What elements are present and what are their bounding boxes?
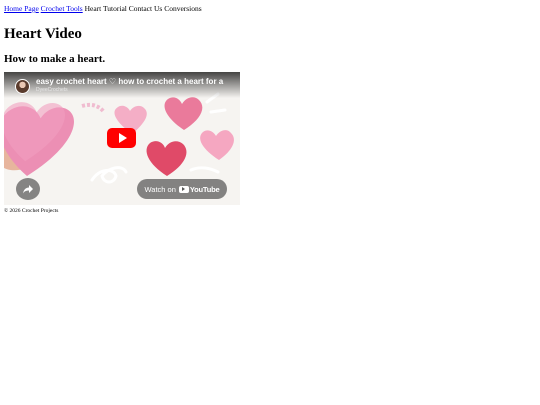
watch-on-youtube-button[interactable]: Watch on YouTube bbox=[137, 179, 227, 199]
play-button[interactable] bbox=[107, 128, 136, 148]
youtube-logo-icon bbox=[178, 185, 189, 193]
nav-item-heart-tutorial: Heart Tutorial bbox=[84, 4, 127, 13]
youtube-video-embed[interactable]: easy crochet heart ♡ how to crochet a he… bbox=[4, 72, 240, 205]
nav-item-contact-us: Contact Us bbox=[128, 4, 163, 13]
page-title: Heart Video bbox=[4, 26, 82, 42]
youtube-logo: YouTube bbox=[178, 184, 220, 194]
watch-on-label: Watch on bbox=[144, 184, 176, 194]
nav-link-home[interactable]: Home Page bbox=[4, 4, 39, 13]
top-nav: Home Page Crochet Tools Heart Tutorial C… bbox=[4, 4, 536, 13]
nav-link-crochet-tools[interactable]: Crochet Tools bbox=[41, 4, 83, 13]
channel-avatar[interactable] bbox=[15, 79, 30, 94]
nav-item-conversions: Conversions bbox=[164, 4, 202, 13]
share-button[interactable] bbox=[16, 178, 40, 200]
play-icon bbox=[118, 133, 127, 143]
page-subtitle: How to make a heart. bbox=[4, 53, 106, 65]
share-icon bbox=[23, 185, 33, 194]
youtube-brand-text: YouTube bbox=[189, 184, 220, 194]
page: Home Page Crochet Tools Heart Tutorial C… bbox=[0, 0, 540, 214]
footer: © 2026 Crochet Projects bbox=[4, 208, 59, 214]
video-title[interactable]: easy crochet heart ♡ how to crochet a he… bbox=[36, 77, 236, 86]
channel-name[interactable]: DyeeCrochets bbox=[36, 87, 68, 93]
